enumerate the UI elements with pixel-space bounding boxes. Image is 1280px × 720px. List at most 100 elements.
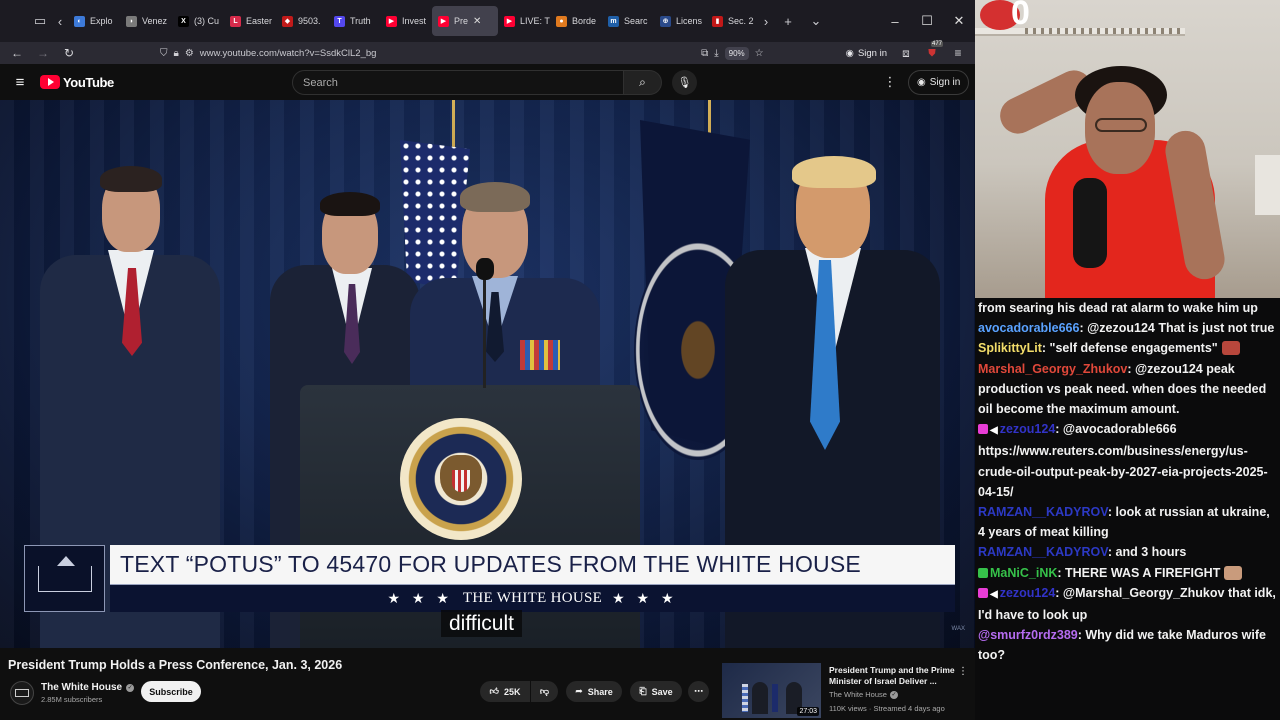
chat-username[interactable]: Marshal_Georgy_Zhukov <box>978 362 1127 376</box>
tab-favicon-icon: ⊕ <box>660 15 671 27</box>
thumbs-down-icon: 👎︎ <box>539 686 550 696</box>
app-menu-icon[interactable]: ≡ <box>947 43 969 63</box>
tab-scroll-left-icon[interactable]: ‹ <box>52 7 68 35</box>
tab-label: Easter <box>246 16 273 26</box>
like-count: 25K <box>503 686 521 697</box>
url-bar[interactable]: ⛉ 🔒︎ ⚙ www.youtube.com/watch?v=SsdkClL2_… <box>154 43 770 63</box>
tab-label: Searc <box>624 16 648 26</box>
browser-signin-label: Sign in <box>857 47 887 59</box>
watermark: WAX <box>951 626 965 632</box>
subscriber-count: 2.85M subscribers <box>41 695 103 704</box>
browser-account-button[interactable]: ◉ Sign in <box>842 48 891 59</box>
url-text[interactable]: www.youtube.com/watch?v=SsdkClL2_bg <box>200 48 377 59</box>
more-actions-button[interactable]: ⋯ <box>688 681 709 702</box>
permissions-icon[interactable]: ⚙ <box>185 48 194 59</box>
new-tab-icon[interactable]: + <box>774 7 802 35</box>
tab-overview-icon[interactable]: ▭ <box>28 7 52 35</box>
dislike-button[interactable]: 👎︎ <box>531 681 558 702</box>
guide-menu-icon[interactable]: ≡ <box>0 64 40 100</box>
tab-favicon-icon: T <box>334 15 345 27</box>
streamer-microphone <box>1073 178 1107 268</box>
channel-name[interactable]: The White House ✓ <box>41 682 135 693</box>
chat-username[interactable]: SplikittyLit <box>978 341 1042 355</box>
youtube-signin-button[interactable]: ◉ Sign in <box>908 70 970 95</box>
stars-left: ★ ★ ★ <box>387 590 453 606</box>
search-button[interactable]: ⌕ <box>624 70 662 95</box>
youtube-logo-text: YouTube <box>63 74 114 90</box>
ublock-icon[interactable]: ⛊ 477 <box>921 41 944 63</box>
save-label: Save <box>651 686 673 697</box>
browser-tab[interactable]: L Easter <box>224 6 276 36</box>
browser-tab[interactable]: ▶ Invest <box>380 6 432 36</box>
browser-tab[interactable]: ◗ Venez <box>120 6 172 36</box>
search-input[interactable] <box>303 76 623 89</box>
tab-favicon-icon: ▶ <box>504 15 515 27</box>
share-button[interactable]: ➦ Share <box>566 681 622 702</box>
chat-message: ◀ zezou124: @Marshal_Georgy_Zhukov that i… <box>978 583 1276 625</box>
chat-username[interactable]: zezou124 <box>1000 422 1056 436</box>
bookmark-star-icon[interactable]: ☆ <box>755 48 764 59</box>
chat-emote-icon <box>1224 565 1243 580</box>
chat-username[interactable]: RAMZAN__KADYROV <box>978 545 1108 559</box>
tab-label: Invest <box>402 16 427 26</box>
recommended-channel[interactable]: The White House ✓ <box>829 690 898 699</box>
minimize-icon[interactable]: – <box>879 5 911 37</box>
browser-tab[interactable]: ▮ Sec. 2 <box>706 6 758 36</box>
tab-label: Borde <box>572 16 597 26</box>
chat-username[interactable]: @smurfz0rdz389 <box>978 628 1078 642</box>
tab-favicon-icon: ◆ <box>282 15 293 27</box>
reload-icon[interactable]: ↻ <box>58 43 80 63</box>
chat-message: RAMZAN__KADYROV: look at russian at ukra… <box>978 502 1276 542</box>
save-button[interactable]: ⎗ Save <box>630 681 682 702</box>
save-page-icon[interactable]: ⤓ <box>714 48 718 59</box>
chat-username[interactable]: avocadorable666 <box>978 321 1079 335</box>
settings-kebab-icon[interactable]: ⋮ <box>880 72 900 92</box>
channel-name-text[interactable]: The White House <box>41 682 122 693</box>
video-player[interactable]: TEXT “POTUS” TO 45470 FOR UPDATES FROM T… <box>0 100 975 648</box>
chat-username[interactable]: MaNiC_iNK <box>990 566 1057 580</box>
tracking-shield-icon[interactable]: ⛉ <box>160 48 168 59</box>
zoom-level[interactable]: 90% <box>724 46 749 60</box>
forward-icon[interactable]: → <box>32 43 54 63</box>
youtube-signin-label: Sign in <box>929 77 961 88</box>
like-button[interactable]: 👍︎ 25K <box>480 681 530 702</box>
recommended-thumbnail[interactable]: 27:03 <box>722 663 821 718</box>
browser-tab[interactable]: X (3) Cu <box>172 6 224 36</box>
subscribe-button[interactable]: Subscribe <box>141 681 201 702</box>
bookmark-icon: ⎗ <box>639 686 647 696</box>
youtube-logo[interactable]: YouTube <box>40 75 114 90</box>
microphone-icon: 🎙︎ <box>677 77 692 89</box>
channel-avatar[interactable] <box>10 681 34 705</box>
chat-username[interactable]: zezou124 <box>1000 586 1056 600</box>
tab-favicon-icon: ▶ <box>386 15 397 27</box>
browser-tab[interactable]: ◆ 9503. <box>276 6 328 36</box>
chat-text: : @zezou124 That is just not true <box>1079 321 1275 336</box>
voice-search-button[interactable]: 🎙︎ <box>672 70 697 95</box>
maximize-icon[interactable]: ☐ <box>911 5 943 37</box>
tab-scroll-right-icon[interactable]: › <box>758 7 774 35</box>
picture-in-picture-icon[interactable]: ⧉ <box>701 48 708 59</box>
youtube-header: ≡ YouTube ⌕ 🎙︎ ⋮ ◉ Sign in <box>0 64 975 100</box>
speaker-badge-icon: ◀ <box>990 425 998 437</box>
lock-icon[interactable]: 🔒︎ <box>174 48 179 59</box>
browser-tab[interactable]: m Searc <box>602 6 654 36</box>
search-box[interactable] <box>292 70 624 95</box>
chat-message: @smurfz0rdz389: Why did we take Maduros … <box>978 625 1276 665</box>
chat-message: Marshal_Georgy_Zhukov: @zezou124 peak pr… <box>978 359 1276 420</box>
browser-tab[interactable]: ◐ Explo <box>68 6 120 36</box>
chat-username[interactable]: RAMZAN__KADYROV <box>978 505 1108 519</box>
recommended-kebab-icon[interactable]: ⋮ <box>958 666 968 677</box>
browser-tab[interactable]: T Truth <box>328 6 380 36</box>
back-icon[interactable]: ← <box>6 43 28 63</box>
browser-tab[interactable]: ▶ LIVE: T <box>498 6 550 36</box>
lower-third-strip: ★ ★ ★ THE WHITE HOUSE ★ ★ ★ <box>110 584 955 612</box>
extensions-icon[interactable]: ⧈ <box>895 43 917 63</box>
browser-tab[interactable]: ● Borde <box>550 6 602 36</box>
podium-microphone <box>476 258 494 280</box>
browser-tab[interactable]: ⊕ Licens <box>654 6 706 36</box>
tab-list-dropdown-icon[interactable]: ⌄ <box>802 7 830 35</box>
close-tab-icon[interactable]: ✕ <box>473 16 481 27</box>
close-window-icon[interactable]: ✕ <box>943 5 975 37</box>
recommended-title[interactable]: President Trump and the Prime Minister o… <box>829 665 959 687</box>
browser-tab[interactable]: ▶ Pre ✕ <box>432 6 498 36</box>
